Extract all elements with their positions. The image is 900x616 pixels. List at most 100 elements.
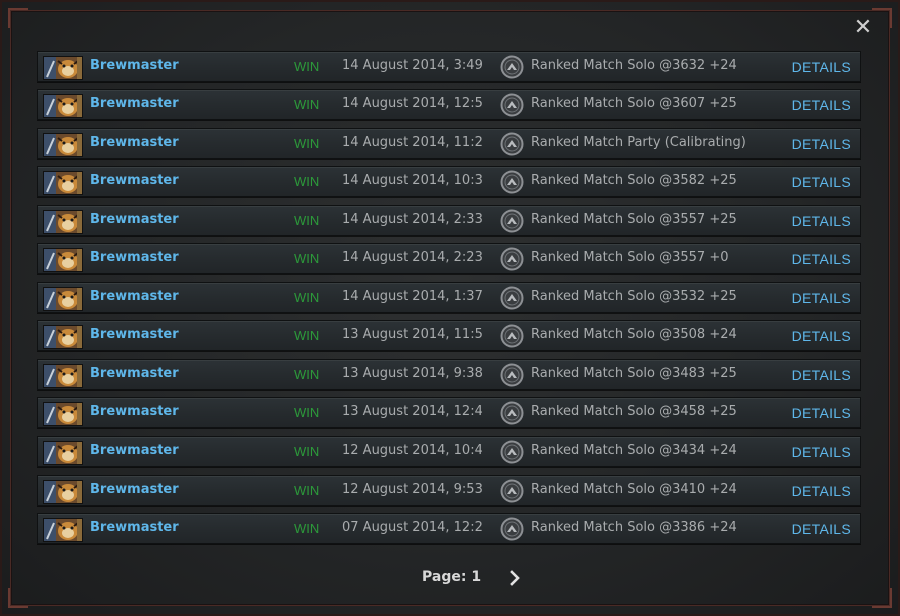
ranked-mode-icon xyxy=(500,247,524,271)
match-result: WIN xyxy=(294,59,320,74)
hero-portrait-icon[interactable] xyxy=(43,325,83,349)
match-result: WIN xyxy=(294,290,320,305)
corner-ornament xyxy=(8,588,28,608)
ranked-mode-icon xyxy=(500,170,524,194)
match-date: 14 August 2014, 3:49:36 xyxy=(342,58,482,73)
ranked-mode-icon xyxy=(500,363,524,387)
hero-name-link[interactable]: Brewmaster xyxy=(90,96,179,111)
hero-name-link[interactable]: Brewmaster xyxy=(90,250,179,265)
match-result: WIN xyxy=(294,213,320,228)
match-result: WIN xyxy=(294,405,320,420)
hero-portrait-icon[interactable] xyxy=(43,210,83,234)
ranked-mode-icon xyxy=(500,517,524,541)
match-date: 14 August 2014, 2:33:14 xyxy=(342,212,482,227)
hero-name-link[interactable]: Brewmaster xyxy=(90,173,179,188)
hero-name-link[interactable]: Brewmaster xyxy=(90,212,179,227)
corner-ornament xyxy=(8,8,28,28)
details-link[interactable]: DETAILS xyxy=(792,328,851,344)
next-page-button[interactable] xyxy=(506,568,524,588)
details-link[interactable]: DETAILS xyxy=(792,213,851,229)
details-link[interactable]: DETAILS xyxy=(792,251,851,267)
hero-name-link[interactable]: Brewmaster xyxy=(90,443,179,458)
match-date: 12 August 2014, 10:44:19 xyxy=(342,443,482,458)
match-result: WIN xyxy=(294,251,320,266)
match-result: WIN xyxy=(294,97,320,112)
hero-name-link[interactable]: Brewmaster xyxy=(90,482,179,497)
match-result: WIN xyxy=(294,328,320,343)
game-mode: Ranked Match Solo @3532 +25 xyxy=(531,289,737,304)
game-mode: Ranked Match Solo @3434 +24 xyxy=(531,443,737,458)
match-date: 07 August 2014, 12:27:07 xyxy=(342,520,482,535)
hero-name-link[interactable]: Brewmaster xyxy=(90,520,179,535)
game-mode: Ranked Match Solo @3508 +24 xyxy=(531,327,737,342)
hero-portrait-icon[interactable] xyxy=(43,287,83,311)
match-row[interactable]: Brewmaster WIN 14 August 2014, 12:59:14 … xyxy=(37,89,861,120)
match-row[interactable]: Brewmaster WIN 14 August 2014, 3:49:36 R… xyxy=(37,51,861,82)
corner-ornament xyxy=(872,8,892,28)
details-link[interactable]: DETAILS xyxy=(792,444,851,460)
ranked-mode-icon xyxy=(500,479,524,503)
match-date: 14 August 2014, 2:23:13 xyxy=(342,250,482,265)
game-mode: Ranked Match Solo @3410 +24 xyxy=(531,482,737,497)
ranked-mode-icon xyxy=(500,324,524,348)
ranked-mode-icon xyxy=(500,132,524,156)
game-mode: Ranked Match Solo @3483 +25 xyxy=(531,366,737,381)
match-row[interactable]: Brewmaster WIN 13 August 2014, 9:38:23 R… xyxy=(37,359,861,390)
details-link[interactable]: DETAILS xyxy=(792,97,851,113)
match-row[interactable]: Brewmaster WIN 14 August 2014, 1:37:17 R… xyxy=(37,282,861,313)
chevron-right-icon xyxy=(510,570,520,586)
match-date: 13 August 2014, 9:38:23 xyxy=(342,366,482,381)
details-link[interactable]: DETAILS xyxy=(792,521,851,537)
hero-portrait-icon[interactable] xyxy=(43,171,83,195)
ranked-mode-icon xyxy=(500,93,524,117)
hero-portrait-icon[interactable] xyxy=(43,94,83,118)
match-result: WIN xyxy=(294,483,320,498)
match-date: 12 August 2014, 9:53:11 xyxy=(342,482,482,497)
match-result: WIN xyxy=(294,367,320,382)
hero-name-link[interactable]: Brewmaster xyxy=(90,289,179,304)
hero-portrait-icon[interactable] xyxy=(43,56,83,80)
hero-portrait-icon[interactable] xyxy=(43,480,83,504)
hero-portrait-icon[interactable] xyxy=(43,248,83,272)
hero-name-link[interactable]: Brewmaster xyxy=(90,404,179,419)
hero-portrait-icon[interactable] xyxy=(43,402,83,426)
match-row[interactable]: Brewmaster WIN 14 August 2014, 10:39:32 … xyxy=(37,166,861,197)
hero-portrait-icon[interactable] xyxy=(43,364,83,388)
details-link[interactable]: DETAILS xyxy=(792,290,851,306)
match-row[interactable]: Brewmaster WIN 07 August 2014, 12:27:07 … xyxy=(37,513,861,544)
match-row[interactable]: Brewmaster WIN 12 August 2014, 9:53:11 R… xyxy=(37,475,861,506)
details-link[interactable]: DETAILS xyxy=(792,59,851,75)
close-icon[interactable]: ✕ xyxy=(852,17,874,39)
match-row[interactable]: Brewmaster WIN 13 August 2014, 11:54:42 … xyxy=(37,320,861,351)
game-mode: Ranked Match Solo @3582 +25 xyxy=(531,173,737,188)
hero-portrait-icon[interactable] xyxy=(43,518,83,542)
game-mode: Ranked Match Solo @3386 +24 xyxy=(531,520,737,535)
page-indicator: Page: 1 xyxy=(422,569,482,585)
hero-portrait-icon[interactable] xyxy=(43,441,83,465)
details-link[interactable]: DETAILS xyxy=(792,483,851,499)
hero-name-link[interactable]: Brewmaster xyxy=(90,58,179,73)
hero-name-link[interactable]: Brewmaster xyxy=(90,327,179,342)
match-result: WIN xyxy=(294,136,320,151)
match-row[interactable]: Brewmaster WIN 12 August 2014, 10:44:19 … xyxy=(37,436,861,467)
match-row[interactable]: Brewmaster WIN 13 August 2014, 12:49:34 … xyxy=(37,397,861,428)
match-row[interactable]: Brewmaster WIN 14 August 2014, 11:23:40 … xyxy=(37,128,861,159)
ranked-mode-icon xyxy=(500,209,524,233)
match-date: 14 August 2014, 12:59:14 xyxy=(342,96,482,111)
ranked-mode-icon xyxy=(500,401,524,425)
hero-name-link[interactable]: Brewmaster xyxy=(90,135,179,150)
match-date: 14 August 2014, 1:37:17 xyxy=(342,289,482,304)
match-row[interactable]: Brewmaster WIN 14 August 2014, 2:23:13 R… xyxy=(37,243,861,274)
details-link[interactable]: DETAILS xyxy=(792,367,851,383)
details-link[interactable]: DETAILS xyxy=(792,136,851,152)
game-mode: Ranked Match Solo @3607 +25 xyxy=(531,96,737,111)
match-history-dialog: ✕ Brewmaster WIN 14 August 2014, 3:49:36 xyxy=(0,0,900,616)
hero-portrait-icon[interactable] xyxy=(43,133,83,157)
match-result: WIN xyxy=(294,174,320,189)
details-link[interactable]: DETAILS xyxy=(792,174,851,190)
match-result: WIN xyxy=(294,444,320,459)
game-mode: Ranked Match Solo @3458 +25 xyxy=(531,404,737,419)
hero-name-link[interactable]: Brewmaster xyxy=(90,366,179,381)
match-row[interactable]: Brewmaster WIN 14 August 2014, 2:33:14 R… xyxy=(37,205,861,236)
details-link[interactable]: DETAILS xyxy=(792,405,851,421)
